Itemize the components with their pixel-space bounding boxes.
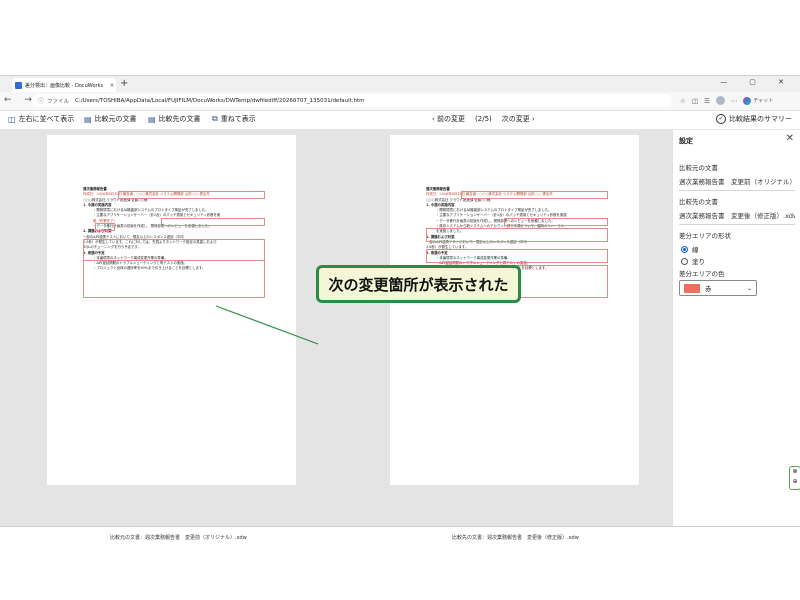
extensions-icon[interactable]: ◫: [692, 97, 698, 105]
target-doc-button[interactable]: ▤ 比較先の文書: [148, 114, 201, 124]
page-indicator: (2/5): [475, 115, 492, 123]
add-icon[interactable]: ⊕: [792, 478, 797, 485]
source-label: 比較元の文書: [679, 164, 718, 172]
tab-title: 差分検出：画像比較 - DocuWorks: [25, 82, 104, 89]
prev-change-button[interactable]: ‹ 前の変更: [432, 114, 465, 124]
shape-fill-radio[interactable]: 塗り: [681, 256, 705, 266]
divider: [679, 190, 795, 191]
source-doc-caption: 比較元の文書：週次業務報告書 変更前（オリジナル）.xdw: [110, 535, 247, 541]
chat-button[interactable]: チャット: [743, 96, 774, 105]
check-circle-icon: ✓: [716, 114, 726, 124]
source-value: 週次業務報告書 変更前（オリジナル）.xdw: [679, 178, 795, 186]
new-tab-button[interactable]: +: [120, 78, 128, 90]
browser-actions: ☆ ◫ ☰ ⋯ チャット: [680, 96, 773, 105]
docuworks-icon: [15, 81, 22, 89]
target-value: 週次業務報告書 変更後（修正版）.xdw: [679, 212, 795, 220]
color-label: 差分エリアの色: [679, 270, 725, 278]
address-bar-row: ← → ↻ ⓘ ファイル C:/Users/TOSHIBA/AppData/Lo…: [0, 92, 800, 111]
address-bar[interactable]: ⓘ ファイル C:/Users/TOSHIBA/AppData/Local/FU…: [32, 94, 672, 107]
summary-label: 比較結果のサマリー: [729, 115, 792, 123]
window-controls[interactable]: — ▢ ✕: [720, 78, 794, 86]
more-icon[interactable]: ⋯: [731, 97, 738, 105]
favorites-list-icon[interactable]: ☰: [704, 97, 710, 105]
overlay-button[interactable]: ⧉ 重ねて表示: [212, 114, 256, 124]
shape-fill-label: 塗り: [692, 258, 705, 266]
tab-close-icon[interactable]: ×: [108, 82, 116, 89]
url-prefix: ファイル: [47, 98, 70, 105]
source-doc-button[interactable]: ▤ 比較元の文書: [84, 114, 137, 124]
callout-pointer: [215, 305, 319, 345]
browser-tab[interactable]: 差分検出：画像比較 - DocuWorks ×: [12, 78, 116, 92]
radio-icon: [681, 257, 688, 265]
color-value: 赤: [705, 285, 712, 293]
next-change-button[interactable]: 次の変更 ›: [502, 114, 535, 124]
title-bar: 差分検出：画像比較 - DocuWorks × + — ▢ ✕: [0, 76, 800, 92]
target-doc-caption: 比較先の文書：週次業務報告書 変更後（修正版）.xdw: [452, 535, 579, 541]
url-text: C:/Users/TOSHIBA/AppData/Local/FUJIFILM/…: [75, 97, 365, 104]
overlay-icon: ⧉: [212, 114, 218, 123]
next-change-label: 次の変更: [501, 115, 530, 123]
callout-box: 次の変更箇所が表示された: [316, 265, 521, 303]
document-viewer[interactable]: 週次業務報告書 作成日：2026年8月10日 報告者：○○○株式会社 システム開…: [0, 130, 672, 526]
copilot-icon: [743, 96, 752, 105]
chevron-down-icon: ⌄: [746, 284, 752, 292]
side-tab[interactable]: ⊗ ⊕: [789, 466, 800, 490]
profile-avatar[interactable]: [715, 96, 725, 105]
app-toolbar: ◫ 左右に並べて表示 ▤ 比較元の文書 ▤ 比較先の文書 ⧉ 重ねて表示 ‹ 前…: [0, 111, 800, 130]
summary-button[interactable]: ✓ 比較結果のサマリー: [716, 114, 792, 124]
side-by-side-icon: ◫: [8, 114, 16, 124]
close-icon[interactable]: ✕: [786, 133, 794, 144]
panel-title: 設定: [679, 137, 693, 145]
shape-line-label: 線: [692, 246, 699, 254]
target-label: 比較先の文書: [679, 198, 718, 206]
side-by-side-label: 左右に並べて表示: [18, 115, 75, 123]
color-swatch: [684, 283, 700, 293]
divider: [679, 224, 795, 225]
target-doc-label: 比較先の文書: [158, 115, 201, 123]
source-doc-label: 比較元の文書: [94, 115, 137, 123]
document-icon: ▤: [148, 114, 156, 124]
chat-label: チャット: [753, 98, 774, 104]
radio-selected-icon: [681, 245, 688, 253]
pointer-line: [215, 305, 319, 345]
close-small-icon[interactable]: ⊗: [792, 468, 797, 475]
color-select[interactable]: 赤 ⌄: [679, 280, 757, 296]
document-icon: ▤: [84, 114, 92, 124]
prev-change-label: 前の変更: [437, 115, 466, 123]
favorite-icon[interactable]: ☆: [680, 97, 686, 105]
shape-line-radio[interactable]: 線: [681, 244, 699, 254]
info-icon: ⓘ: [38, 98, 45, 105]
settings-panel: 設定 ✕ 比較元の文書 週次業務報告書 変更前（オリジナル）.xdw 比較先の文…: [672, 130, 800, 526]
change-pager: ‹ 前の変更 (2/5) 次の変更 ›: [432, 114, 535, 124]
side-by-side-button[interactable]: ◫ 左右に並べて表示: [8, 114, 74, 124]
overlay-label: 重ねて表示: [220, 115, 256, 123]
shape-label: 差分エリアの形状: [679, 232, 731, 240]
